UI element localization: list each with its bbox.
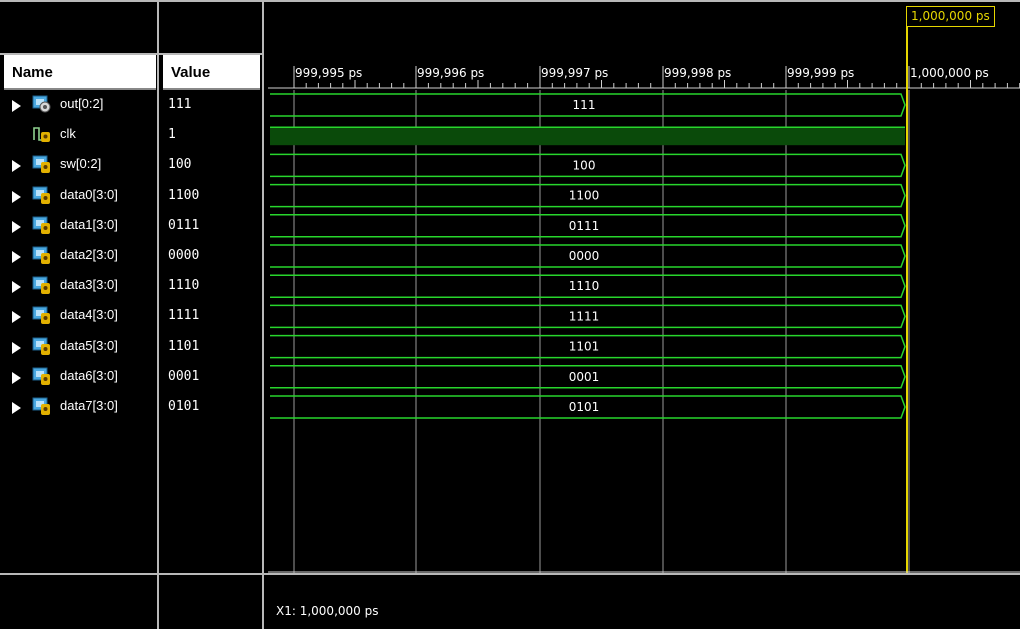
signal-name: clk: [60, 126, 76, 142]
signal-name: data4[3:0]: [60, 307, 118, 323]
bus-value-label: 100: [573, 158, 596, 172]
signal-value: 0001: [168, 368, 200, 384]
signal-name: data1[3:0]: [60, 216, 118, 232]
cursor-time-label[interactable]: 1,000,000 ps: [906, 6, 995, 27]
signal-name: data3[3:0]: [60, 277, 118, 293]
signal-name: out[0:2]: [60, 96, 104, 111]
expand-arrow-icon[interactable]: [12, 220, 21, 233]
bus-value-label: 1101: [569, 340, 600, 354]
input-bus-icon: [32, 275, 52, 295]
input-bus-icon: [32, 396, 52, 416]
signal-row[interactable]: out[0:2] 111: [0, 90, 270, 120]
signal-value: 111: [168, 97, 192, 112]
signal-row[interactable]: data1[3:0] 0111: [0, 211, 270, 241]
bus-value-label: 1110: [569, 279, 600, 293]
output-bus-icon: [32, 94, 52, 114]
expand-arrow-icon[interactable]: [12, 402, 21, 414]
signal-value: 1101: [168, 338, 200, 354]
signal-row[interactable]: sw[0:2] 100: [0, 150, 270, 180]
signal-row[interactable]: data5[3:0] 1101: [0, 332, 270, 362]
expand-arrow-icon[interactable]: [12, 371, 21, 384]
expand-arrow-icon[interactable]: [12, 311, 21, 324]
signal-row[interactable]: data4[3:0] 1111: [0, 301, 270, 331]
timeline-tick-label: 999,997 ps: [541, 66, 608, 80]
signal-value: 1110: [168, 278, 200, 294]
timeline-tick-label: 999,996 ps: [417, 66, 484, 80]
signal-value: 0111: [168, 217, 200, 233]
bus-value-label: 1111: [569, 309, 600, 323]
signal-name: data7[3:0]: [60, 398, 118, 413]
bus-value-label: 111: [573, 98, 596, 112]
signal-row[interactable]: data6[3:0] 0001: [0, 362, 270, 392]
bus-value-label: 0000: [569, 249, 600, 263]
signal-name: sw[0:2]: [60, 156, 102, 172]
signal-value: 1100: [168, 187, 200, 203]
input-bus-icon: [32, 154, 52, 174]
expand-arrow-icon[interactable]: [12, 190, 21, 203]
input-bus-icon: [32, 366, 52, 386]
value-column-header[interactable]: Value: [163, 55, 260, 90]
signal-value: 0101: [168, 399, 200, 414]
clock-signal-icon: [32, 124, 52, 144]
name-column-header[interactable]: Name: [4, 55, 156, 90]
expand-arrow-icon[interactable]: [12, 160, 21, 173]
signal-value: 100: [168, 157, 192, 173]
signal-name: data2[3:0]: [60, 247, 118, 262]
expand-arrow-icon[interactable]: [12, 251, 21, 263]
signal-row[interactable]: data0[3:0] 1100: [0, 181, 270, 211]
clock-high-region[interactable]: [270, 127, 905, 146]
input-bus-icon: [32, 336, 52, 356]
expand-arrow-icon[interactable]: [12, 100, 21, 112]
input-bus-icon: [32, 245, 52, 265]
expand-arrow-icon[interactable]: [12, 341, 21, 354]
bus-value-label: 0101: [569, 400, 600, 414]
signal-row[interactable]: data3[3:0] 1110: [0, 271, 270, 301]
signal-value: 1: [168, 127, 176, 143]
timeline-tick-label: 999,995 ps: [295, 66, 362, 80]
timeline-tick-label: 999,999 ps: [787, 66, 854, 80]
x1-cursor-readout: X1: 1,000,000 ps: [276, 604, 379, 618]
signal-name: data6[3:0]: [60, 367, 118, 383]
expand-arrow-icon[interactable]: [12, 281, 21, 294]
input-bus-icon: [32, 305, 52, 325]
divider-footer: [0, 573, 1020, 575]
signal-row[interactable]: data7[3:0] 0101: [0, 392, 270, 422]
timeline-tick-label: 1,000,000 ps: [910, 66, 989, 80]
signal-row[interactable]: data2[3:0] 0000: [0, 241, 270, 271]
signal-value: 0000: [168, 248, 200, 263]
timeline-tick-label: 999,998 ps: [664, 66, 731, 80]
input-bus-icon: [32, 215, 52, 235]
signal-value: 1111: [168, 308, 200, 324]
signal-row[interactable]: clk 1: [0, 120, 270, 150]
bus-value-label: 1100: [569, 189, 600, 203]
waveform-canvas[interactable]: 999,995 ps 999,996 ps 999,997 ps 999,998 ps…: [268, 0, 1020, 573]
signal-name: data5[3:0]: [60, 337, 118, 353]
input-bus-icon: [32, 185, 52, 205]
signal-name: data0[3:0]: [60, 186, 118, 202]
bus-value-label: 0111: [569, 219, 600, 233]
bus-value-label: 0001: [569, 370, 600, 384]
